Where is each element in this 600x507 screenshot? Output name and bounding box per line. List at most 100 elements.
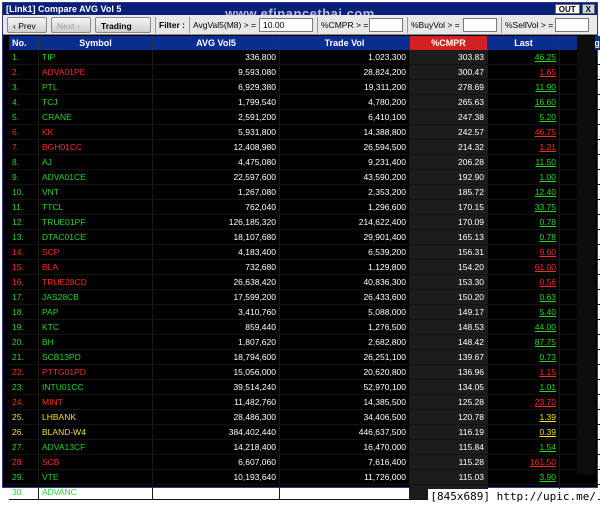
scrollbar[interactable] xyxy=(577,36,595,474)
row-symbol[interactable]: ADVA01CE xyxy=(38,169,153,185)
table-row[interactable]: 14.SCP4,183,4006,539,200156.319.60-0.23 xyxy=(9,244,600,260)
out-button[interactable]: OUT xyxy=(554,4,580,14)
column-header-no[interactable]: No. xyxy=(9,36,39,50)
row-number: 1. xyxy=(9,50,39,65)
table-row[interactable]: 12. TRUE01PF 126,185,320 214,622,400 170.09 0… xyxy=(9,214,600,230)
row-symbol[interactable]: JAS28CB xyxy=(38,289,153,305)
row-cmpr: 125.28 xyxy=(409,394,488,410)
row-trade-vol: 26,594,500 xyxy=(279,139,410,155)
row-symbol[interactable]: SCB13PD xyxy=(38,349,153,365)
buyvol-filter-label: %BuyVol > = xyxy=(411,20,460,30)
row-avg-vol5: 28,486,300 xyxy=(152,409,280,425)
row-symbol[interactable]: BH xyxy=(38,334,153,350)
table-row[interactable]: 10.VNT1,267,0802,353,200185.7212.400.20 xyxy=(9,184,600,200)
row-symbol[interactable]: KK xyxy=(38,124,153,140)
window-buttons: OUT X xyxy=(554,3,595,14)
next-button[interactable]: Next › xyxy=(51,17,91,33)
row-symbol[interactable]: SCB xyxy=(38,454,153,470)
table-row[interactable]: 8.AJ4,475,0809,231,400206.2811.500.50 xyxy=(9,154,600,170)
table-row[interactable]: 17. JAS28CB 17,599,200 26,433,600 150.20 0.63… xyxy=(9,289,600,305)
table-row[interactable]: 11.TTCL762,0401,296,600170.1533.750.75 xyxy=(9,199,600,215)
column-header-trade-vol[interactable]: Trade Vol xyxy=(279,36,410,50)
row-last: 11.50 xyxy=(487,154,560,170)
row-trade-vol: 2,682,800 xyxy=(279,334,410,350)
row-symbol[interactable]: PTL xyxy=(38,79,153,95)
sellvol-filter-input[interactable] xyxy=(555,18,589,32)
cmpr-filter-input[interactable] xyxy=(369,18,403,32)
table-row[interactable]: 1.TIP336,8001,023,300303.8346.252.00 xyxy=(9,50,600,65)
row-avg-vol5: 3,410,760 xyxy=(152,304,280,320)
row-symbol[interactable]: TTCL xyxy=(38,199,153,215)
table-row[interactable]: 5.CRANE2,591,2006,410,100247.385.200.26 xyxy=(9,109,600,125)
row-symbol[interactable]: LHBANK xyxy=(38,409,153,425)
row-symbol[interactable]: AJ xyxy=(38,154,153,170)
row-last: 5.40 xyxy=(487,304,560,320)
row-avg-vol5: 11,482,760 xyxy=(152,394,280,410)
toolbar-divider xyxy=(317,17,318,33)
table-row[interactable]: 20.BH1,807,6202,682,800148.4287.753.00 xyxy=(9,334,600,350)
row-symbol[interactable]: TIP xyxy=(38,50,153,65)
row-symbol[interactable]: VNT xyxy=(38,184,153,200)
table-row[interactable]: 9. ADVA01CE 22,597,600 43,590,200 192.90 1.00… xyxy=(9,169,600,185)
row-symbol[interactable]: ADVA01PE xyxy=(38,64,153,80)
row-symbol[interactable]: TCJ xyxy=(38,94,153,110)
table-row[interactable]: 13. DTAC01CE 18,107,680 29,901,400 165.13 0.7… xyxy=(9,229,600,245)
row-avg-vol5: 18,794,600 xyxy=(152,349,280,365)
close-button[interactable]: X xyxy=(581,4,595,14)
table-row[interactable]: 27. ADVA13CF 14,218,400 16,470,000 115.84 1.5… xyxy=(9,439,600,455)
table-row[interactable]: 3.PTL6,929,38019,311,200278.6911.901.30 xyxy=(9,79,600,95)
row-avg-vol5: 6,929,380 xyxy=(152,79,280,95)
row-symbol[interactable]: KTC xyxy=(38,319,153,335)
table-row[interactable]: 28.SCB6,607,0607,616,400115.28161.50-0.5… xyxy=(9,454,600,470)
table-row[interactable]: 16. TRUE28CD 26,638,420 40,836,300 153.30 0.5… xyxy=(9,274,600,290)
row-symbol[interactable]: MINT xyxy=(38,394,153,410)
compare-table: No. Symbol AVG Vol5 Trade Vol %CMPR Last… xyxy=(9,36,600,500)
row-symbol[interactable]: ADVANC xyxy=(38,484,153,500)
row-trade-vol: 6,539,200 xyxy=(279,244,410,260)
row-symbol[interactable]: PAP xyxy=(38,304,153,320)
table-row[interactable]: 22. PTTG01PD 15,056,000 20,620,800 136.96 1.1… xyxy=(9,364,600,380)
row-last: 1.54 xyxy=(487,439,560,455)
row-symbol[interactable]: TRUE28CD xyxy=(38,274,153,290)
table-row[interactable]: 4.TCJ1,799,5404,780,200265.6316.601.00 xyxy=(9,94,600,110)
table-row[interactable]: 2.ADVA01PE9,593,08028,824,200300.471.65-… xyxy=(9,64,600,80)
row-symbol[interactable]: SCP xyxy=(38,244,153,260)
row-avg-vol5: 6,607,060 xyxy=(152,454,280,470)
row-trade-vol: 2,353,200 xyxy=(279,184,410,200)
row-number: 17. xyxy=(9,289,39,305)
table-row[interactable]: 26. BLAND-W4 384,402,440 446,637,500 116.19 0… xyxy=(9,424,600,440)
table-row[interactable]: 29.VTE10,193,64011,726,000115.033.900.06 xyxy=(9,469,600,485)
buyvol-filter-input[interactable] xyxy=(463,18,497,32)
table-row[interactable]: 15.BLA732,6801,129,800154.2061.00-2.00 xyxy=(9,259,600,275)
trading-day-button[interactable]: Trading Day xyxy=(95,17,151,47)
row-last: 1.15 xyxy=(487,364,560,380)
row-symbol[interactable]: VTE xyxy=(38,469,153,485)
row-cmpr: 134.05 xyxy=(409,379,488,395)
column-header-cmpr[interactable]: %CMPR xyxy=(409,36,488,50)
table-row[interactable]: 25.LHBANK28,486,30034,406,500120.781.390… xyxy=(9,409,600,425)
row-symbol[interactable]: ADVA13CF xyxy=(38,439,153,455)
toolbar: ‹ Prev Next › Trading Day Filter : AvgVa… xyxy=(3,15,597,47)
row-symbol[interactable]: TRUE01PF xyxy=(38,214,153,230)
row-symbol[interactable]: DTAC01CE xyxy=(38,229,153,245)
table-row[interactable]: 18.PAP3,410,7605,088,000149.175.400.30 xyxy=(9,304,600,320)
row-number: 26. xyxy=(9,424,39,440)
row-symbol[interactable]: BLA xyxy=(38,259,153,275)
avgvol-filter-label: AvgVal5(M8) > = xyxy=(193,20,256,30)
row-symbol[interactable]: BGH01CC xyxy=(38,139,153,155)
row-symbol[interactable]: PTTG01PD xyxy=(38,364,153,380)
row-symbol[interactable]: BLAND-W4 xyxy=(38,424,153,440)
row-symbol[interactable]: INTU01CC xyxy=(38,379,153,395)
avgvol-filter-input[interactable]: 10.00 xyxy=(259,18,313,32)
table-row[interactable]: 6.KK5,931,80014,388,800242.5746.75-1.75 xyxy=(9,124,600,140)
table-row[interactable]: 24.MINT11,482,76014,385,500125.2823.70-0… xyxy=(9,394,600,410)
table-row[interactable]: 21. SCB13PD 18,794,600 26,251,100 139.67 0.73… xyxy=(9,349,600,365)
column-header-avg-vol5[interactable]: AVG Vol5 xyxy=(152,36,280,50)
table-row[interactable]: 7.BGH01CC12,408,98026,594,500214.321.21-… xyxy=(9,139,600,155)
table-row[interactable]: 19.KTC859,4401,276,500148.5344.001.50 xyxy=(9,319,600,335)
column-header-last[interactable]: Last xyxy=(487,36,560,50)
table-row[interactable]: 23. INTU01CC 39,514,240 52,970,100 134.05 1.0… xyxy=(9,379,600,395)
row-symbol[interactable]: CRANE xyxy=(38,109,153,125)
column-header-symbol[interactable]: Symbol xyxy=(38,36,153,50)
prev-button[interactable]: ‹ Prev xyxy=(7,17,47,33)
